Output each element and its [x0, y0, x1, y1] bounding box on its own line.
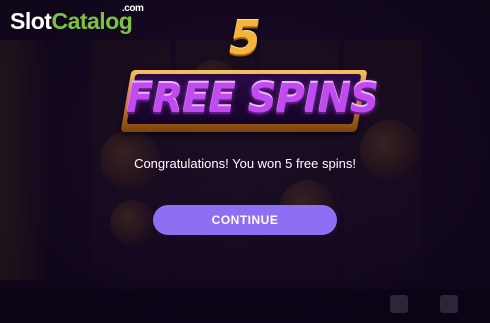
congratulations-message: Congratulations! You won 5 free spins!: [134, 156, 356, 171]
bottom-control-bar: [0, 289, 490, 323]
free-spins-logo: FREE SPINS: [120, 70, 379, 132]
free-spins-title: FREE SPINS: [126, 76, 379, 122]
continue-button[interactable]: CONTINUE: [153, 205, 337, 235]
free-spins-count: 5: [228, 11, 261, 65]
blurred-control-icon: [440, 295, 458, 313]
blurred-control-icon: [390, 295, 408, 313]
game-screen: SlotCatalog .com 5 FREE SPINS Congratula…: [0, 0, 490, 323]
